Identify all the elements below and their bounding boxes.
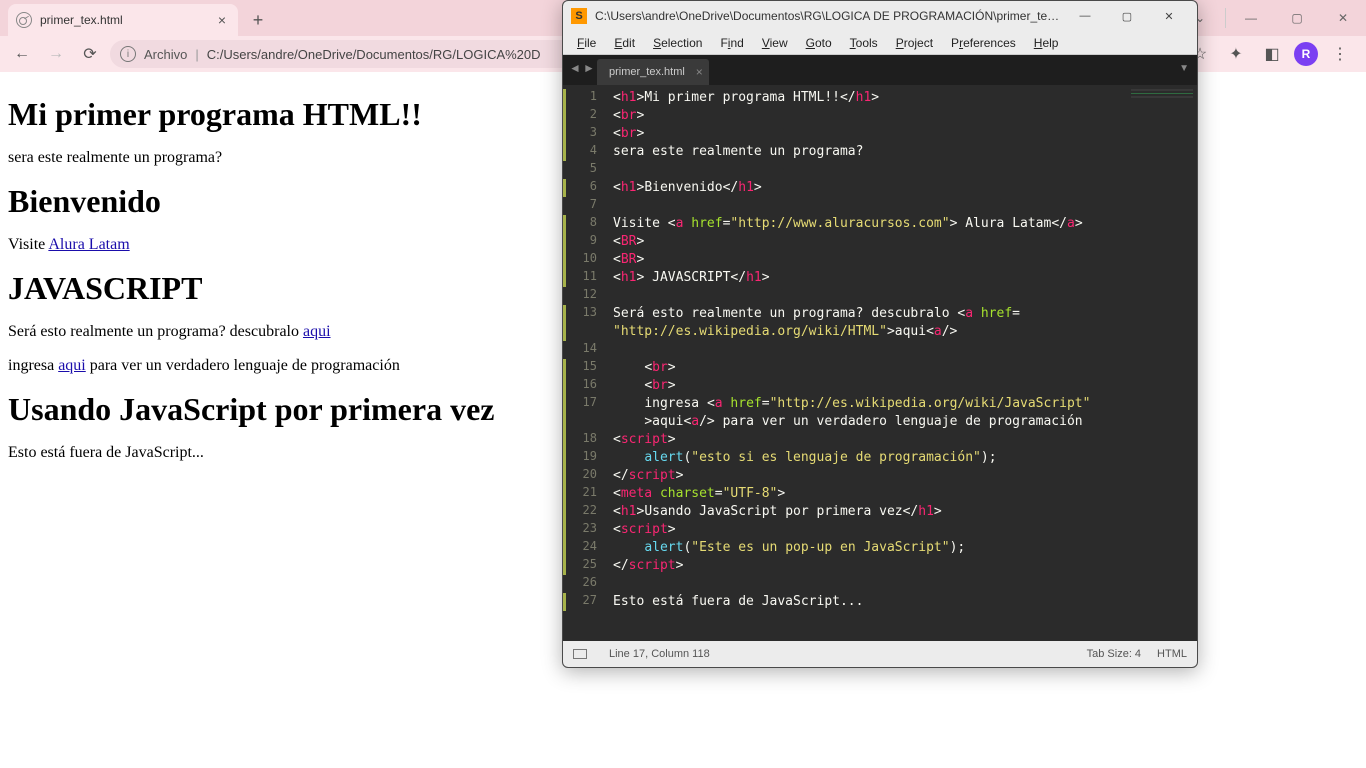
- sublime-title-text: C:\Users\andre\OneDrive\Documentos\RG\LO…: [595, 9, 1065, 23]
- toolbar-right: ☆ ✦ ◧ R ⋮: [1186, 40, 1358, 68]
- line-number: 10: [563, 251, 607, 269]
- line-number: [563, 323, 607, 341]
- line-number: 12: [563, 287, 607, 305]
- cursor-position[interactable]: Line 17, Column 118: [609, 648, 710, 660]
- line-number: 18: [563, 431, 607, 449]
- line-number: 21: [563, 485, 607, 503]
- line-number: 16: [563, 377, 607, 395]
- forward-button[interactable]: →: [42, 40, 70, 68]
- maximize-button[interactable]: ▢: [1107, 2, 1147, 30]
- sublime-menubar: FileEditSelectionFindViewGotoToolsProjec…: [563, 31, 1197, 55]
- reload-button[interactable]: ⟳: [76, 40, 104, 68]
- line-number: 11: [563, 269, 607, 287]
- address-scheme: Archivo: [144, 47, 187, 62]
- line-number: 19: [563, 449, 607, 467]
- arrow-left-icon[interactable]: ◄: [569, 61, 581, 75]
- line-number: 17: [563, 395, 607, 413]
- line-number: 22: [563, 503, 607, 521]
- separator: |: [195, 47, 198, 62]
- line-number: 6: [563, 179, 607, 197]
- minimap[interactable]: [1127, 85, 1197, 641]
- line-number: 20: [563, 467, 607, 485]
- back-button[interactable]: ←: [8, 40, 36, 68]
- close-icon[interactable]: ×: [696, 65, 703, 79]
- line-number: 7: [563, 197, 607, 215]
- menu-icon[interactable]: ⋮: [1326, 40, 1354, 68]
- line-number: 5: [563, 161, 607, 179]
- sublime-logo-icon: S: [571, 8, 587, 24]
- line-number: 4: [563, 143, 607, 161]
- link-alura[interactable]: Alura Latam: [48, 236, 129, 253]
- address-url: C:/Users/andre/OneDrive/Documentos/RG/LO…: [207, 47, 541, 62]
- minimize-button[interactable]: —: [1228, 2, 1274, 34]
- extensions-icon[interactable]: ✦: [1222, 40, 1250, 68]
- menu-file[interactable]: File: [569, 34, 604, 52]
- info-icon[interactable]: i: [120, 46, 136, 62]
- line-number: 3: [563, 125, 607, 143]
- sublime-editor-body: 1234567891011121314151617181920212223242…: [563, 85, 1197, 641]
- line-number: 13: [563, 305, 607, 323]
- line-number: 14: [563, 341, 607, 359]
- code-editor[interactable]: <h1>Mi primer programa HTML!!</h1> <br> …: [607, 85, 1127, 641]
- sublime-file-tab[interactable]: primer_tex.html ×: [597, 59, 709, 85]
- globe-icon: [16, 12, 32, 28]
- sublime-window-controls: — ▢ ✕: [1065, 2, 1189, 30]
- menu-edit[interactable]: Edit: [606, 34, 643, 52]
- menu-find[interactable]: Find: [712, 34, 751, 52]
- chevron-down-icon[interactable]: ▼: [1179, 63, 1189, 74]
- text: Será esto realmente un programa? descubr…: [8, 323, 303, 340]
- profile-avatar[interactable]: R: [1294, 42, 1318, 66]
- line-number-gutter: 1234567891011121314151617181920212223242…: [563, 85, 607, 641]
- browser-tab[interactable]: primer_tex.html ×: [8, 4, 238, 36]
- menu-goto[interactable]: Goto: [798, 34, 840, 52]
- menu-project[interactable]: Project: [888, 34, 941, 52]
- close-button[interactable]: ✕: [1320, 2, 1366, 34]
- sidepanel-icon[interactable]: ◧: [1258, 40, 1286, 68]
- panel-icon[interactable]: [573, 649, 587, 659]
- menu-selection[interactable]: Selection: [645, 34, 710, 52]
- arrow-right-icon[interactable]: ►: [583, 61, 595, 75]
- line-number: 15: [563, 359, 607, 377]
- text: Visite: [8, 236, 48, 253]
- text: para ver un verdadero lenguaje de progra…: [86, 357, 400, 374]
- tab-nav-arrows: ◄ ►: [569, 61, 595, 75]
- menu-view[interactable]: View: [754, 34, 796, 52]
- link-aqui-wiki-html[interactable]: aqui: [303, 323, 331, 340]
- window-controls: ⌄ — ▢ ✕: [1177, 0, 1366, 36]
- separator: [1225, 8, 1226, 28]
- minimap-content: [1131, 89, 1193, 149]
- sublime-titlebar[interactable]: S C:\Users\andre\OneDrive\Documentos\RG\…: [563, 1, 1197, 31]
- maximize-button[interactable]: ▢: [1274, 2, 1320, 34]
- line-number: 24: [563, 539, 607, 557]
- line-number: 25: [563, 557, 607, 575]
- tab-label: primer_tex.html: [609, 66, 685, 78]
- line-number: [563, 413, 607, 431]
- close-icon[interactable]: ×: [214, 12, 230, 28]
- close-button[interactable]: ✕: [1149, 2, 1189, 30]
- line-number: 8: [563, 215, 607, 233]
- line-number: 27: [563, 593, 607, 611]
- line-number: 2: [563, 107, 607, 125]
- menu-help[interactable]: Help: [1026, 34, 1067, 52]
- tab-size[interactable]: Tab Size: 4: [1087, 648, 1141, 660]
- new-tab-button[interactable]: +: [244, 6, 272, 34]
- minimize-button[interactable]: —: [1065, 2, 1105, 30]
- tab-title: primer_tex.html: [40, 13, 214, 27]
- sublime-tab-strip: ◄ ► primer_tex.html × ▼: [563, 55, 1197, 85]
- line-number: 1: [563, 89, 607, 107]
- syntax-mode[interactable]: HTML: [1157, 648, 1187, 660]
- menu-preferences[interactable]: Preferences: [943, 34, 1024, 52]
- line-number: 9: [563, 233, 607, 251]
- link-aqui-wiki-js[interactable]: aqui: [58, 357, 86, 374]
- line-number: 23: [563, 521, 607, 539]
- sublime-statusbar: Line 17, Column 118 Tab Size: 4 HTML: [563, 641, 1197, 667]
- line-number: 26: [563, 575, 607, 593]
- sublime-text-window: S C:\Users\andre\OneDrive\Documentos\RG\…: [562, 0, 1198, 668]
- menu-tools[interactable]: Tools: [842, 34, 886, 52]
- text: ingresa: [8, 357, 58, 374]
